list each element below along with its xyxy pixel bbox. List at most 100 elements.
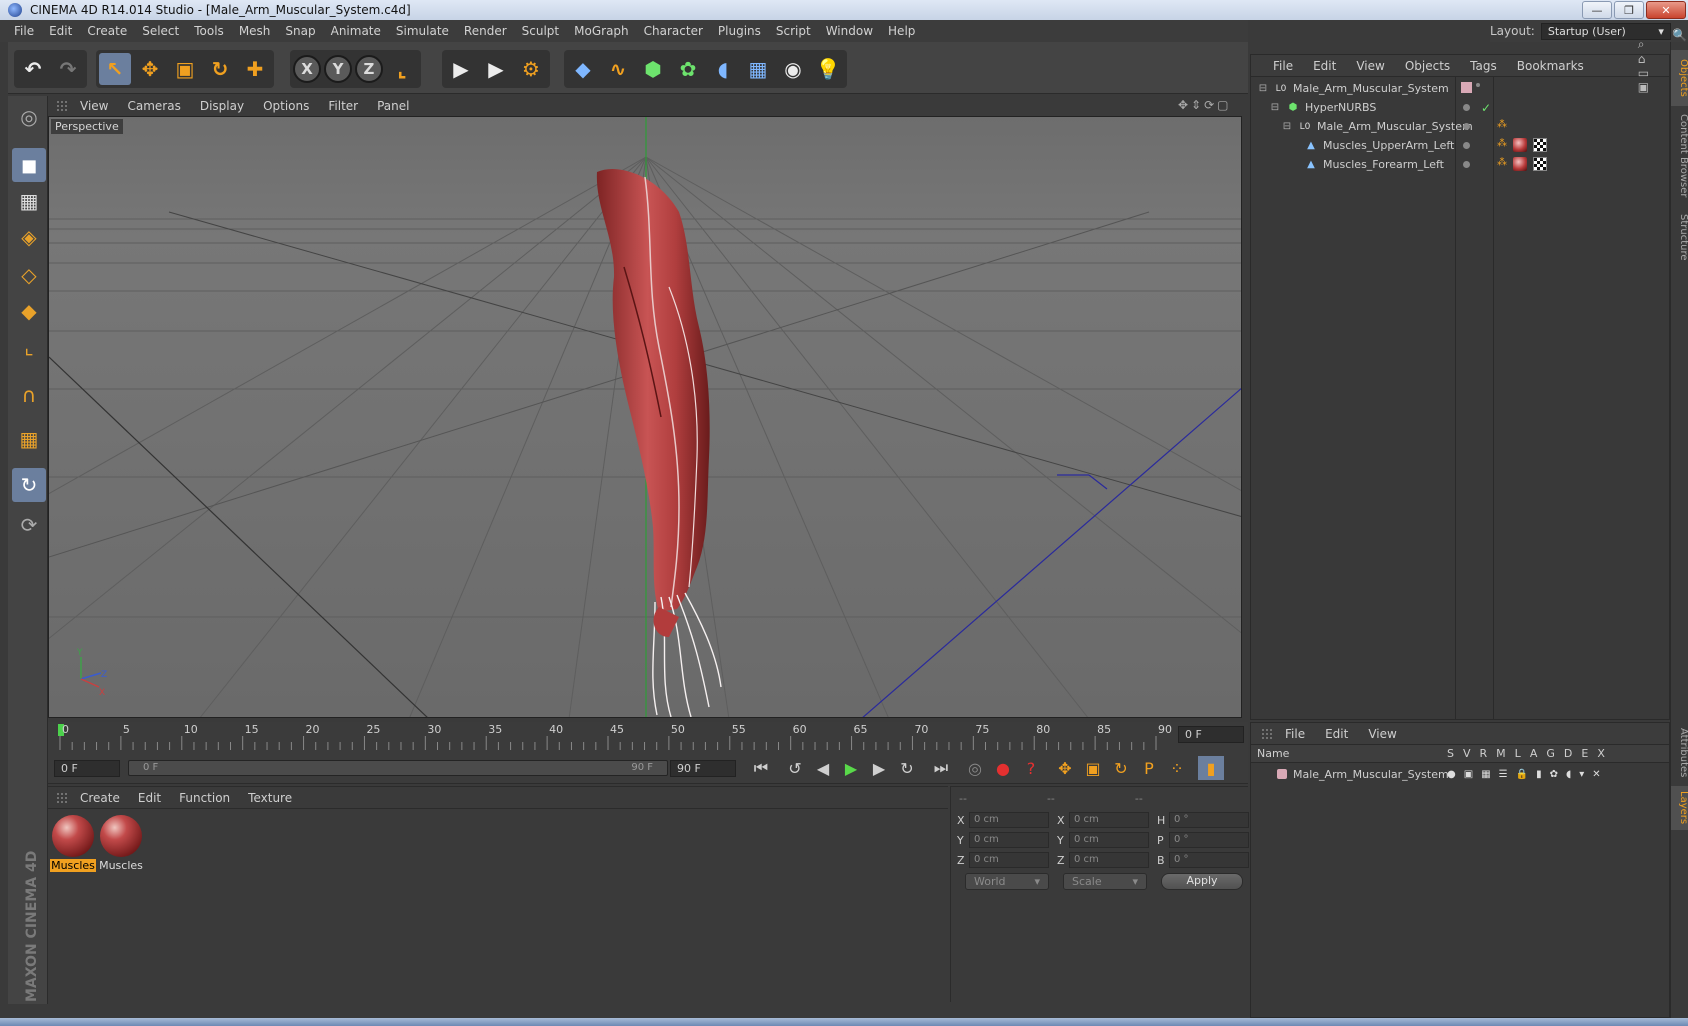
viewport-menu-filter[interactable]: Filter [328,99,358,113]
axis-mode-button[interactable]: ∩ [12,378,46,412]
object-row[interactable]: ⊟ L0 Male_Arm_Muscular_System ⁂ [1251,117,1669,136]
go-to-end-button[interactable]: ⏭ [928,756,954,780]
previous-key-button[interactable]: ↺ [782,756,808,780]
material-menu-texture[interactable]: Texture [248,791,292,805]
quantize-button[interactable]: ⟳ [12,508,46,542]
rotation-p-field[interactable]: 0 ° [1169,832,1249,848]
phong-tag-icon[interactable]: ⁂ [1497,119,1511,133]
viewport-navigation-icons[interactable]: ✥⇕⟳▢ [1178,98,1232,112]
object-menu-file[interactable]: File [1273,59,1293,73]
3d-viewport[interactable]: Y Z X Perspective [48,116,1242,718]
xref-toggle-icon[interactable]: ✕ [1592,769,1600,780]
position-z-field[interactable]: 0 cm [969,852,1049,868]
menu-render[interactable]: Render [464,24,507,38]
uvw-tag-icon[interactable] [1533,138,1547,152]
y-axis-button[interactable]: Y [324,55,352,83]
layout-dropdown[interactable]: Startup (User) ▾ [1540,22,1671,40]
material-swatch[interactable]: Muscles [50,815,96,872]
minimize-button[interactable]: — [1582,1,1612,19]
keyframe-selection-button[interactable]: ? [1018,756,1044,780]
object-menu-tags[interactable]: Tags [1470,59,1497,73]
previous-frame-button[interactable]: ◀ [810,756,836,780]
go-to-start-button[interactable]: ⏮ [748,756,774,780]
material-menu-edit[interactable]: Edit [138,791,161,805]
key-rotation-button[interactable]: ↻ [1108,756,1134,780]
record-keys-button[interactable]: ◎ [962,756,988,780]
menu-tools[interactable]: Tools [194,24,224,38]
object-row[interactable]: ▲ Muscles_UpperArm_Left ⁂ [1251,136,1669,155]
key-scale-button[interactable]: ▣ [1080,756,1106,780]
layer-menu-file[interactable]: File [1285,727,1305,741]
camera-button[interactable]: ◉ [777,53,809,85]
menu-animate[interactable]: Animate [331,24,381,38]
render-settings-button[interactable]: ⚙ [515,53,547,85]
visibility-dot[interactable] [1463,123,1470,130]
x-axis-button[interactable]: X [293,55,321,83]
panel-grip-icon[interactable] [56,791,68,804]
viewport-menu-display[interactable]: Display [200,99,244,113]
expand-icon[interactable]: ⊟ [1257,83,1269,95]
material-swatch[interactable]: Muscles [98,815,144,872]
expand-icon[interactable]: ⊟ [1269,102,1281,114]
coordinate-system-button[interactable]: ⌞ [386,53,418,85]
next-key-button[interactable]: ↻ [894,756,920,780]
visibility-dot[interactable] [1463,142,1470,149]
render-toggle-icon[interactable]: ▦ [1481,769,1490,780]
size-x-field[interactable]: 0 cm [1069,812,1149,828]
viewport-menu-view[interactable]: View [80,99,108,113]
uvw-tag-icon[interactable] [1533,157,1547,171]
play-button[interactable]: ▶ [838,756,864,780]
end-frame-field[interactable]: 90 F [670,760,736,777]
spline-button[interactable]: ∿ [602,53,634,85]
menu-sculpt[interactable]: Sculpt [522,24,559,38]
tab-content-browser[interactable]: Content Browser [1671,108,1688,204]
key-position-button[interactable]: ✥ [1052,756,1078,780]
view-toggle-icon[interactable]: ▣ [1464,769,1473,780]
deformer-toggle-icon[interactable]: ◖ [1566,769,1571,780]
timeline-ruler[interactable]: 0 5 10 15 20 25 30 35 40 45 50 55 60 65 70 75 80 85 90 0 F [48,722,1248,752]
menu-select[interactable]: Select [142,24,179,38]
generator-toggle-icon[interactable]: ✿ [1550,769,1558,780]
material-tag-icon[interactable] [1513,138,1527,152]
tab-attributes[interactable]: Attributes [1671,722,1688,784]
visibility-dot[interactable] [1463,104,1470,111]
key-pla-button[interactable]: ⁘ [1164,756,1190,780]
restore-button[interactable]: ❐ [1614,1,1644,19]
object-row[interactable]: ⊟ L0 Male_Arm_Muscular_System [1251,79,1669,98]
object-menu-bookmarks[interactable]: Bookmarks [1517,59,1584,73]
layer-menu-view[interactable]: View [1368,727,1396,741]
object-menu-objects[interactable]: Objects [1405,59,1450,73]
object-menu-edit[interactable]: Edit [1313,59,1336,73]
size-z-field[interactable]: 0 cm [1069,852,1149,868]
autokey-button[interactable]: ● [990,756,1016,780]
tab-objects[interactable]: Objects [1671,50,1688,106]
panel-grip-icon[interactable] [56,100,68,112]
tab-layers[interactable]: Layers [1671,786,1688,830]
size-y-field[interactable]: 0 cm [1069,832,1149,848]
enabled-check-icon[interactable]: ✓ [1481,101,1491,115]
coordinate-space-dropdown[interactable]: World ▾ [965,873,1049,890]
nurbs-button[interactable]: ⬢ [637,53,669,85]
close-button[interactable]: ✕ [1646,1,1686,19]
add-tool-button[interactable]: ✚ [239,53,271,85]
solo-toggle-icon[interactable]: ● [1447,769,1456,780]
workplane-lock-button[interactable]: ↻ [12,468,46,502]
object-mode-button[interactable]: ◼ [12,148,46,182]
menu-mograph[interactable]: MoGraph [574,24,629,38]
material-menu-create[interactable]: Create [80,791,120,805]
current-frame-field[interactable]: 0 F [1178,726,1244,743]
points-mode-button[interactable]: ◇ [12,258,46,292]
viewport-camera-label[interactable]: Perspective [51,119,123,134]
apply-button[interactable]: Apply [1161,873,1243,890]
menu-script[interactable]: Script [776,24,811,38]
menu-mesh[interactable]: Mesh [239,24,271,38]
key-parameter-button[interactable]: P [1136,756,1162,780]
rotate-tool-button[interactable]: ↻ [204,53,236,85]
undo-button[interactable]: ↶ [17,53,49,85]
next-frame-button[interactable]: ▶ [866,756,892,780]
start-frame-field[interactable]: 0 F [54,760,120,777]
position-x-field[interactable]: 0 cm [969,812,1049,828]
rotation-h-field[interactable]: 0 ° [1169,812,1249,828]
search-icon[interactable]: 🔍 [1672,28,1687,42]
arm-muscle-model[interactable] [596,168,722,717]
